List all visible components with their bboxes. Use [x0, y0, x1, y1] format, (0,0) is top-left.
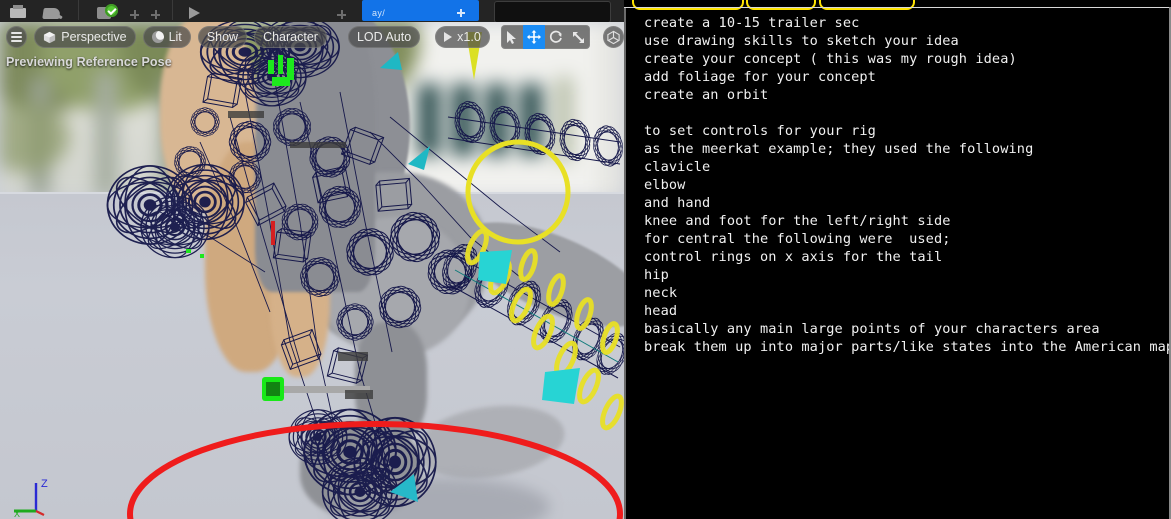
lod-label: LOD Auto	[356, 30, 412, 44]
panel-divider	[624, 7, 1171, 8]
camera-mode-button[interactable]: Perspective	[34, 26, 136, 48]
play-in-editor-button[interactable]: ay/	[362, 0, 479, 21]
add-icon[interactable]	[337, 10, 346, 19]
notes-panel: create a 10-15 trailer sec use drawing sk…	[624, 0, 1171, 519]
character-menu-label: Character	[263, 30, 318, 44]
play-button-label: ay/	[372, 8, 386, 18]
notes-line: elbow	[644, 177, 686, 193]
save-icon[interactable]	[8, 5, 30, 22]
select-tool[interactable]	[501, 25, 523, 49]
notes-line: neck	[644, 285, 678, 301]
cube-icon	[43, 31, 56, 44]
axis-indicator: Z X	[14, 478, 48, 517]
viewport-menu-button[interactable]	[6, 26, 28, 48]
coordinate-system-button[interactable]	[602, 26, 624, 48]
plus-icon	[457, 9, 465, 17]
notes-line: use drawing skills to sketch your idea	[644, 33, 959, 49]
gizmo-plane-cyan	[478, 250, 512, 284]
notes-line	[644, 104, 1171, 122]
notes-line: to set controls for your rig	[644, 123, 876, 139]
notes-line: add foliage for your concept	[644, 69, 876, 85]
viewport-toolbar: Perspective Lit Show Character LOD Auto	[0, 22, 624, 52]
notes-line: knee and foot for the left/right side	[644, 213, 951, 229]
notes-line: for central the following were used;	[644, 231, 951, 247]
play-speed-button[interactable]: x1.0	[435, 26, 490, 48]
tab-3[interactable]	[819, 0, 915, 10]
control-ring-yellow	[465, 139, 571, 245]
notes-line: hip	[644, 267, 669, 283]
svg-text:Z: Z	[41, 478, 48, 490]
settings-add-icon[interactable]	[151, 10, 160, 19]
hamburger-menu-icon	[11, 32, 23, 42]
view-mode-button[interactable]: Lit	[142, 26, 191, 48]
world-coordinate-icon	[607, 30, 620, 44]
view-mode-label: Lit	[168, 30, 182, 44]
play-triangle-icon	[444, 32, 453, 42]
notes-line: head	[644, 303, 678, 319]
notes-line: create your concept ( this was my rough …	[644, 51, 1017, 67]
notes-line: create a 10-15 trailer sec	[644, 15, 860, 31]
show-menu-label: Show	[206, 30, 239, 44]
notes-line: break them up into major parts/like stat…	[644, 339, 1171, 355]
notes-line: clavicle	[644, 159, 711, 175]
show-menu-button[interactable]: Show	[197, 26, 248, 48]
play-speed-label: x1.0	[457, 30, 481, 44]
control-rig-overlay	[105, 22, 624, 519]
notes-line: control rings on x axis for the tail	[644, 249, 943, 265]
notes-line: as the meerkat example; they used the fo…	[644, 141, 1034, 157]
panel-left-edge	[624, 0, 626, 519]
browse-icon[interactable]	[42, 6, 64, 22]
compile-icon[interactable]	[96, 4, 118, 22]
viewport-column: ay/ Perspective Lit Show Character LOD A…	[0, 0, 624, 519]
svg-text:X: X	[14, 509, 20, 517]
editor-toolbar: ay/	[0, 0, 624, 23]
play-icon[interactable]	[188, 6, 210, 22]
scale-tool[interactable]	[568, 25, 590, 49]
camera-mode-label: Perspective	[61, 30, 127, 44]
tab-2[interactable]	[746, 0, 816, 10]
rotate-tool[interactable]	[545, 25, 567, 49]
lod-button[interactable]: LOD Auto	[347, 26, 421, 48]
3d-viewport[interactable]: Perspective Lit Show Character LOD Auto	[0, 22, 624, 519]
notes-line: and hand	[644, 195, 711, 211]
add-icon[interactable]	[130, 10, 139, 19]
viewport-status-label: Previewing Reference Pose	[6, 55, 172, 69]
transform-gizmo-group	[500, 25, 590, 49]
lit-sphere-icon	[151, 31, 164, 43]
move-tool[interactable]	[523, 25, 546, 49]
notes-line: basically any main large points of your …	[644, 321, 1100, 337]
character-menu-button[interactable]: Character	[254, 26, 327, 48]
tab-strip	[624, 0, 1171, 10]
toolbar-field[interactable]	[494, 1, 611, 22]
tab-1[interactable]	[632, 0, 744, 10]
application-window: ay/ Perspective Lit Show Character LOD A…	[0, 0, 1171, 519]
notes-text-body[interactable]: create a 10-15 trailer sec use drawing sk…	[644, 14, 1171, 356]
notes-line: create an orbit	[644, 87, 769, 103]
